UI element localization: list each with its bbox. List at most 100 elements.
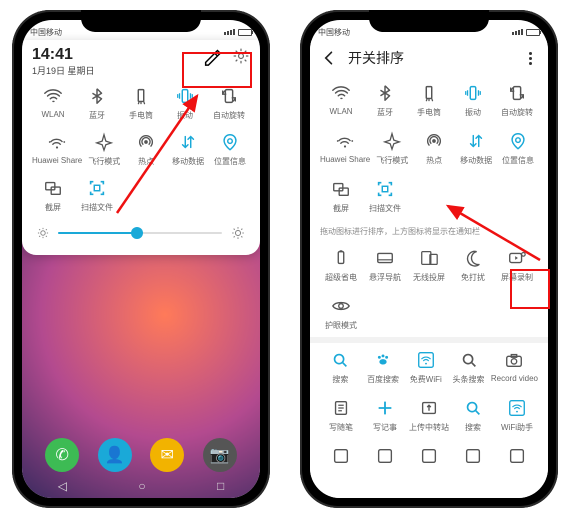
tile-screenshot[interactable]: 截屏 xyxy=(320,176,362,216)
uploadstation-icon[interactable] xyxy=(418,397,440,419)
tile-writediary[interactable]: 写随笔 xyxy=(320,395,362,435)
tile-scan[interactable]: 扫描文件 xyxy=(76,175,118,215)
tile-huaweishare[interactable]: Huawei Share xyxy=(32,129,82,169)
mobiledata-icon[interactable] xyxy=(177,131,199,153)
autorotate-icon[interactable] xyxy=(218,85,240,107)
hotspot-icon[interactable] xyxy=(423,130,445,152)
bluetooth-icon[interactable] xyxy=(374,82,396,104)
tile-location[interactable]: 位置信息 xyxy=(210,129,250,169)
tile-airplane[interactable]: 飞行模式 xyxy=(372,128,412,168)
tile-bluetooth[interactable]: 蓝牙 xyxy=(364,80,406,120)
tile-eyecare[interactable]: 护眼模式 xyxy=(320,293,362,333)
slider-track[interactable] xyxy=(58,232,222,234)
mobiledata-icon[interactable] xyxy=(465,130,487,152)
tile-writenote[interactable]: 写记事 xyxy=(364,395,406,435)
recordvideo-icon[interactable] xyxy=(503,349,525,371)
tile-misc4[interactable] xyxy=(452,443,494,472)
scan-icon[interactable] xyxy=(86,177,108,199)
screenshot-icon[interactable] xyxy=(42,177,64,199)
bluetooth-icon[interactable] xyxy=(86,85,108,107)
tile-search[interactable]: 搜索 xyxy=(320,347,361,387)
nav-recent-icon[interactable]: □ xyxy=(217,479,224,493)
baidu-icon[interactable] xyxy=(372,349,394,371)
hotspot-icon[interactable] xyxy=(135,131,157,153)
dock-messages-icon[interactable]: ✉ xyxy=(150,438,184,472)
brightness-slider[interactable] xyxy=(32,225,250,241)
tile-dnd[interactable]: 免打扰 xyxy=(452,245,494,285)
tile-news[interactable]: 头条搜索 xyxy=(448,347,489,387)
floatnav-icon[interactable] xyxy=(374,247,396,269)
tile-screenrecord[interactable]: 屏幕录制 xyxy=(496,245,538,285)
huaweishare-icon[interactable] xyxy=(46,131,68,153)
dock-phone-icon[interactable]: ✆ xyxy=(45,438,79,472)
tile-uploadstation[interactable]: 上传中转站 xyxy=(408,395,450,435)
tile-huaweishare[interactable]: Huawei Share xyxy=(320,128,370,168)
tile-misc2[interactable] xyxy=(364,443,406,472)
vibrate-icon[interactable] xyxy=(174,85,196,107)
freewifi-icon[interactable] xyxy=(415,349,437,371)
settings-icon[interactable] xyxy=(232,47,250,65)
writenote-icon[interactable] xyxy=(374,397,396,419)
tile-wlan[interactable]: WLAN xyxy=(32,83,74,123)
tile-flashlight[interactable]: 手电筒 xyxy=(408,80,450,120)
vibrate-icon[interactable] xyxy=(462,82,484,104)
tile-airplane[interactable]: 飞行模式 xyxy=(84,129,124,169)
dock-camera-icon[interactable]: 📷 xyxy=(203,438,237,472)
dock-contacts-icon[interactable]: 👤 xyxy=(98,438,132,472)
misc5-icon[interactable] xyxy=(506,445,528,467)
tile-search2[interactable]: 搜索 xyxy=(452,395,494,435)
flashlight-icon[interactable] xyxy=(418,82,440,104)
eyecare-icon[interactable] xyxy=(330,295,352,317)
tile-vibrate[interactable]: 振动 xyxy=(164,83,206,123)
tile-flashlight[interactable]: 手电筒 xyxy=(120,83,162,123)
writediary-icon[interactable] xyxy=(330,397,352,419)
search2-icon[interactable] xyxy=(462,397,484,419)
tile-wlan[interactable]: WLAN xyxy=(320,80,362,120)
edit-icon[interactable] xyxy=(202,46,222,66)
misc1-icon[interactable] xyxy=(330,445,352,467)
nav-back-icon[interactable]: ◁ xyxy=(58,479,67,493)
tile-mobiledata[interactable]: 移动数据 xyxy=(456,128,496,168)
tile-mobiledata[interactable]: 移动数据 xyxy=(168,129,208,169)
tile-baidu[interactable]: 百度搜索 xyxy=(363,347,404,387)
tile-vibrate[interactable]: 振动 xyxy=(452,80,494,120)
more-icon[interactable] xyxy=(522,52,538,65)
tile-hotspot[interactable]: 热点 xyxy=(126,129,166,169)
tile-recordvideo[interactable]: Record video xyxy=(491,347,538,387)
superpower-icon[interactable] xyxy=(330,247,352,269)
tile-floatnav[interactable]: 悬浮导航 xyxy=(364,245,406,285)
nav-home-icon[interactable]: ○ xyxy=(138,479,145,493)
wifihelper-icon[interactable] xyxy=(506,397,528,419)
wlan-icon[interactable] xyxy=(42,85,64,107)
tile-freewifi[interactable]: 免费WiFi xyxy=(405,347,446,387)
back-icon[interactable] xyxy=(320,49,338,67)
tile-wirelesscast[interactable]: 无线投屏 xyxy=(408,245,450,285)
dnd-icon[interactable] xyxy=(462,247,484,269)
airplane-icon[interactable] xyxy=(381,130,403,152)
news-icon[interactable] xyxy=(458,349,480,371)
scan-icon[interactable] xyxy=(374,178,396,200)
tile-superpower[interactable]: 超级省电 xyxy=(320,245,362,285)
tile-autorotate[interactable]: 自动旋转 xyxy=(496,80,538,120)
autorotate-icon[interactable] xyxy=(506,82,528,104)
location-icon[interactable] xyxy=(507,130,529,152)
tile-wifihelper[interactable]: WiFi助手 xyxy=(496,395,538,435)
screenshot-icon[interactable] xyxy=(330,178,352,200)
flashlight-icon[interactable] xyxy=(130,85,152,107)
misc4-icon[interactable] xyxy=(462,445,484,467)
wirelesscast-icon[interactable] xyxy=(418,247,440,269)
tile-misc1[interactable] xyxy=(320,443,362,472)
location-icon[interactable] xyxy=(219,131,241,153)
tile-hotspot[interactable]: 热点 xyxy=(414,128,454,168)
tile-screenshot[interactable]: 截屏 xyxy=(32,175,74,215)
tile-misc5[interactable] xyxy=(496,443,538,472)
search-icon[interactable] xyxy=(329,349,351,371)
misc3-icon[interactable] xyxy=(418,445,440,467)
airplane-icon[interactable] xyxy=(93,131,115,153)
wlan-icon[interactable] xyxy=(330,82,352,104)
tile-autorotate[interactable]: 自动旋转 xyxy=(208,83,250,123)
tile-misc3[interactable] xyxy=(408,443,450,472)
huaweishare-icon[interactable] xyxy=(334,130,356,152)
tile-location[interactable]: 位置信息 xyxy=(498,128,538,168)
tile-scan[interactable]: 扫描文件 xyxy=(364,176,406,216)
